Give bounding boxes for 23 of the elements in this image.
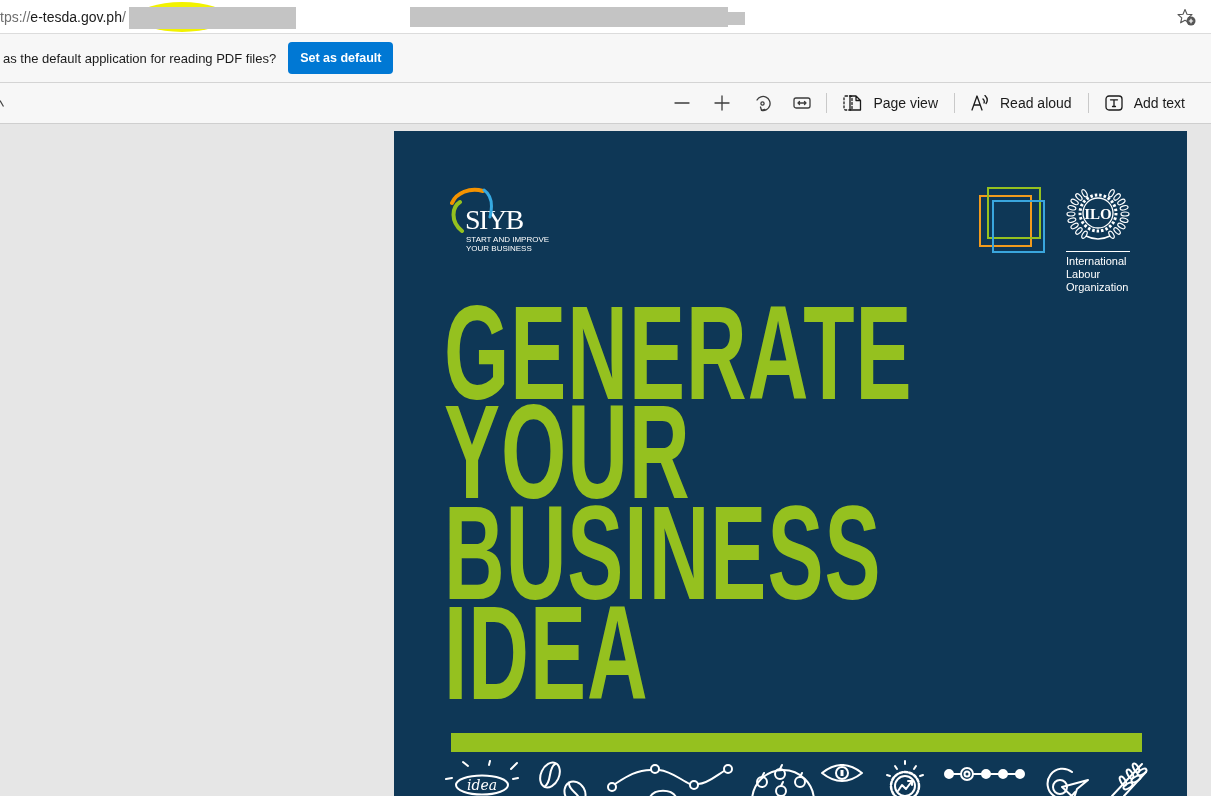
add-text-button[interactable]: Add text (1096, 87, 1193, 119)
organization-name: International Labour Organization (1066, 255, 1130, 294)
set-default-button[interactable]: Set as default (288, 42, 394, 74)
star-plus-icon[interactable] (1177, 7, 1196, 26)
text-box-icon (1104, 95, 1123, 111)
caret-icon (0, 99, 4, 107)
logo-wordmark: SIYB (465, 206, 523, 234)
logo-tagline: START AND IMPROVE YOUR BUSINESS (466, 235, 551, 253)
read-aloud-button[interactable]: Read aloud (963, 87, 1080, 119)
wreath-emblem: ILO (1066, 187, 1130, 243)
letter-sound-icon (971, 95, 989, 111)
dots-line-icon (944, 767, 1026, 781)
page-layout-icon (843, 95, 863, 111)
fit-width-icon (793, 97, 812, 109)
overlapping-squares-icon (979, 187, 1045, 253)
cover-title: GENERATE YOUR BUSINESS IDEA (444, 304, 914, 705)
eye-icon (821, 764, 863, 783)
idea-doodle: idea (445, 760, 519, 796)
default-app-message: as the default application for reading PDF files? (3, 50, 277, 66)
coffee-beans-icon (538, 760, 588, 796)
plus-icon (714, 95, 731, 111)
page-view-button[interactable]: Page view (835, 87, 946, 119)
minus-icon (674, 102, 691, 104)
